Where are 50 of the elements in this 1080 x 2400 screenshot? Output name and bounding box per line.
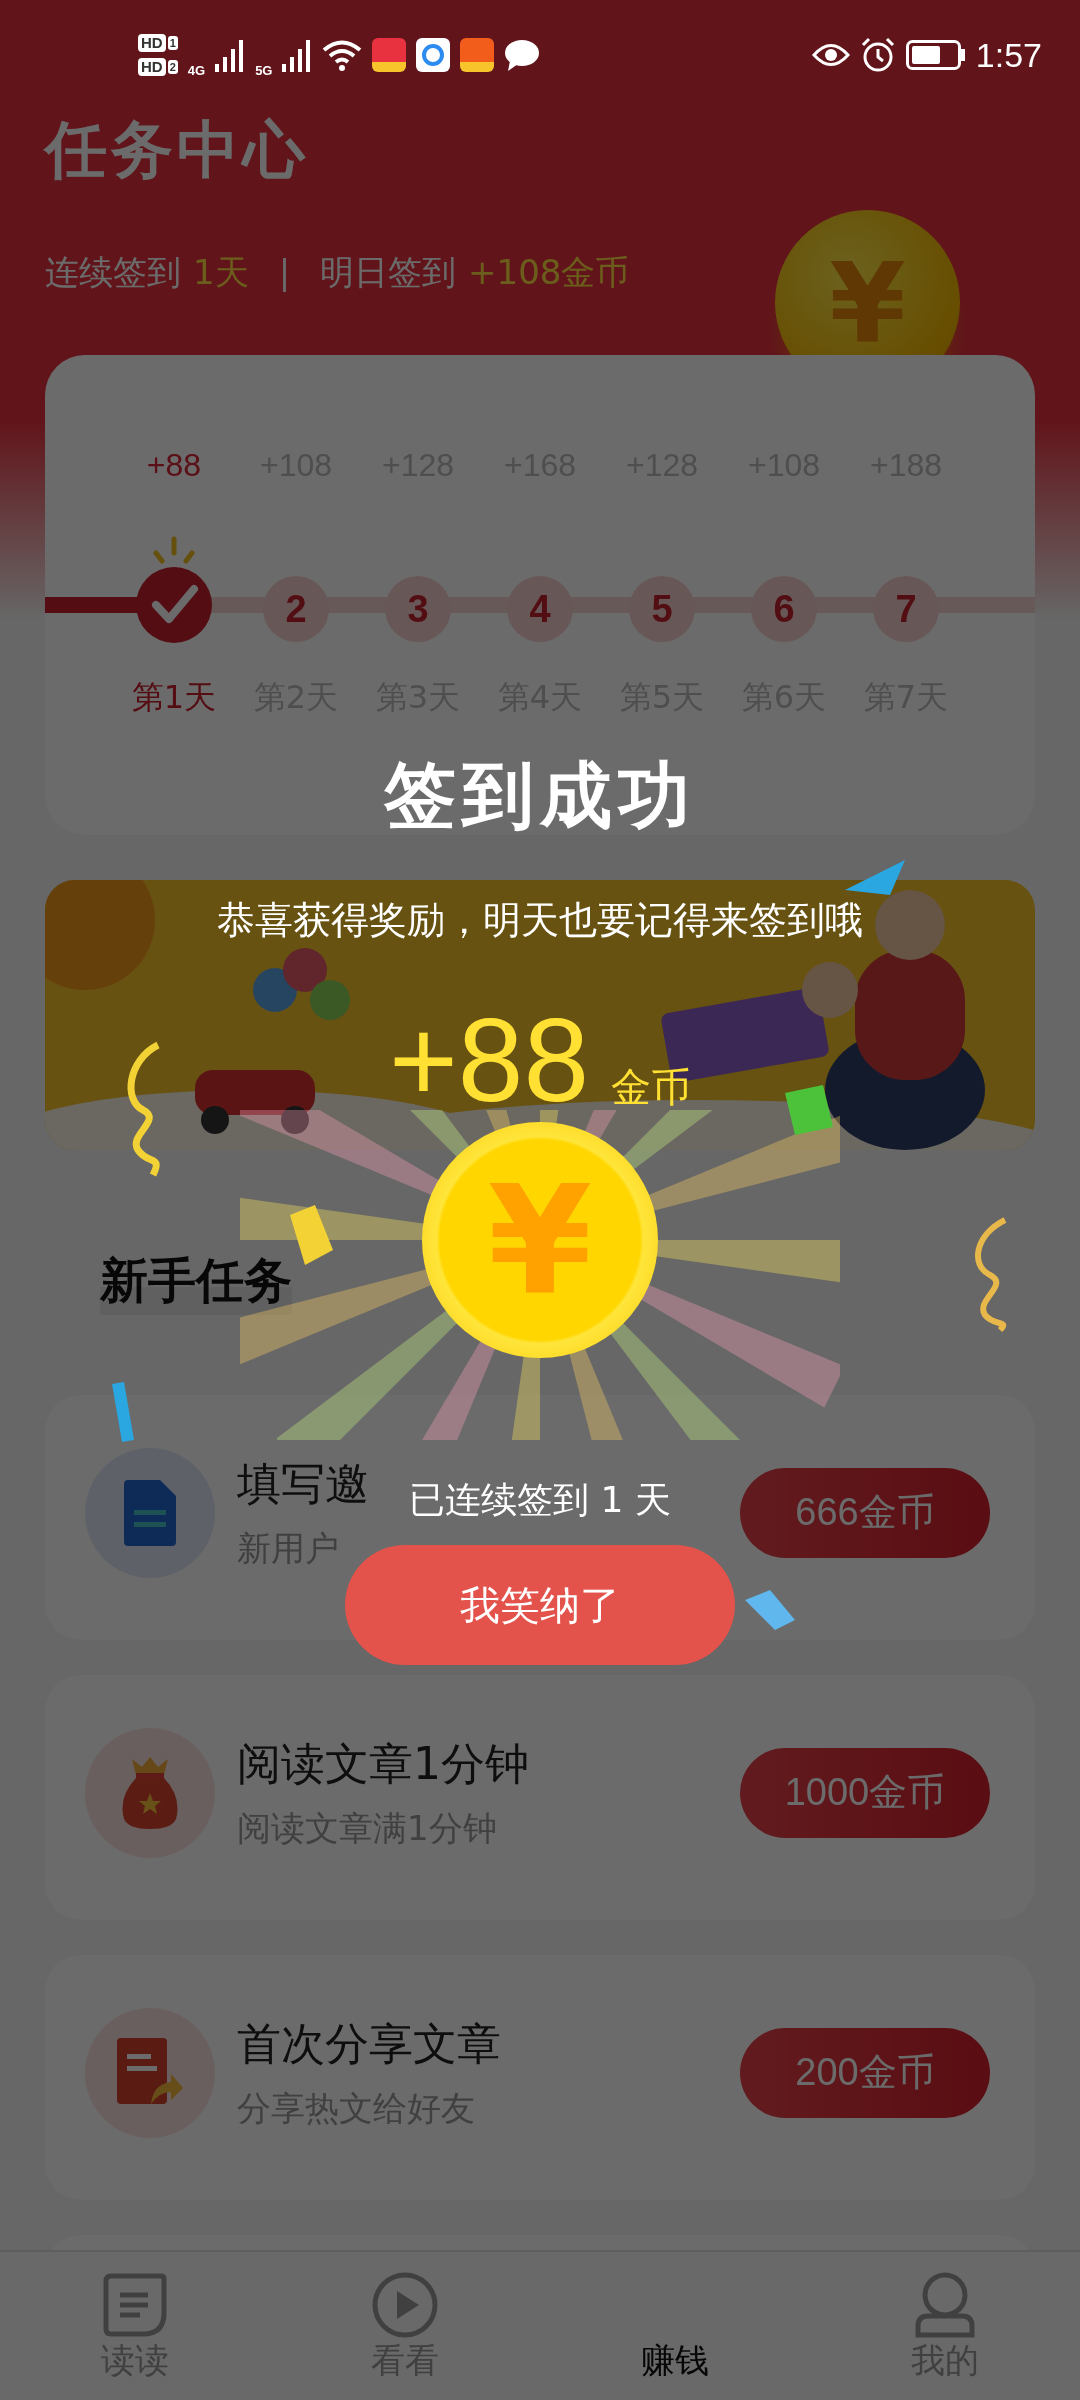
currency-symbol: ¥ [487,1165,593,1315]
network-label: 4G [187,62,206,78]
popup-message: 恭喜获得奖励，明天也要记得来签到哦 [217,897,863,944]
article-icon [103,2272,167,2338]
task-title: 阅读文章1分钟 [237,1736,529,1791]
streak-message: 已连续签到 1 天 [409,1478,671,1522]
accept-button[interactable]: 我笑纳了 [345,1545,735,1665]
battery-icon [905,40,966,70]
signal-icon [215,38,246,72]
currency-symbol: ¥ [829,247,906,358]
app-icon [460,38,495,72]
reward-button[interactable]: 200金币 [740,2027,990,2118]
tomorrow-label: 明日签到 [320,251,457,294]
day-marker: 6 [751,575,817,642]
confetti-piece [112,1382,134,1442]
confetti-piece [785,1085,835,1135]
app-icon [372,38,407,72]
reward-amount: +88 [388,993,590,1128]
confetti-piece [745,1590,795,1630]
popup-title: 签到成功 [384,752,696,839]
streak-label: 连续签到 [45,251,181,294]
clock-time: 1:57 [975,35,1042,75]
chat-icon [504,39,541,71]
person-icon [914,2272,976,2338]
network-label: 5G [255,62,273,78]
task-title: 首次分享文章 [237,2016,501,2071]
reward-button[interactable]: 1000金币 [740,1747,990,1838]
separator: | [278,251,291,294]
task-title: 填写邀 [237,1456,369,1511]
wifi-icon [322,39,363,71]
day-marker: 4 [507,575,573,642]
day-marker: 2 [263,575,329,642]
alarm-icon [859,37,896,73]
reward-unit: 金币 [611,1063,692,1112]
nav-tab[interactable]: 赚钱 [540,2252,810,2400]
signal-icon [282,38,313,72]
tomorrow-reward: +108金币 [468,251,630,294]
play-icon [372,2272,438,2338]
day-label: 第1天 [131,677,217,718]
day-marker: 7 [873,575,939,642]
eye-icon [811,42,850,68]
page-title: 任务中心 [45,115,309,185]
app-icon [416,38,451,72]
money-bag-icon [120,1756,180,1829]
reward-amount: +88 [146,446,202,485]
document-icon [124,1479,176,1546]
day-marker: 5 [629,575,695,642]
day-marker: 3 [385,575,451,642]
streak-value: 1天 [193,251,249,294]
reward-button[interactable]: 666金币 [740,1467,990,1558]
